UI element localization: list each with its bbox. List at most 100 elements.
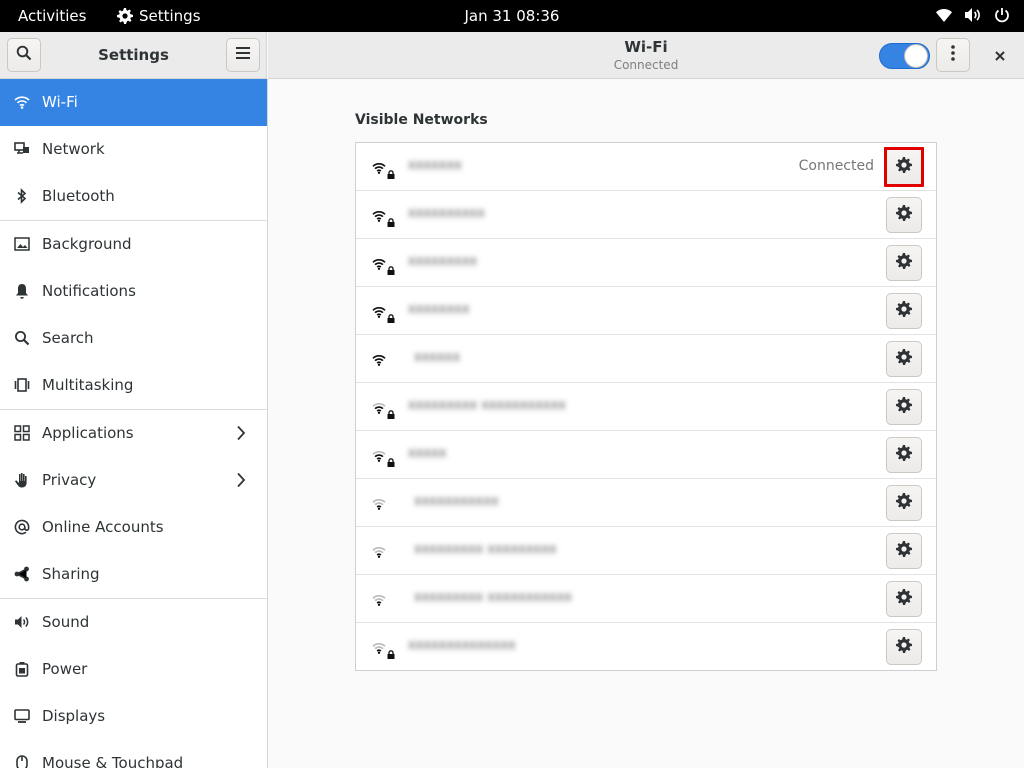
sidebar-item-label: Displays <box>42 707 106 725</box>
network-settings-button[interactable] <box>886 389 922 425</box>
network-row[interactable]: xxxxxxxxx xxxxxxxxxxx <box>356 383 936 431</box>
sidebar-item-privacy[interactable]: Privacy <box>0 457 267 504</box>
sidebar-item-search[interactable]: Search <box>0 315 267 362</box>
network-settings-button[interactable] <box>886 197 922 233</box>
network-row[interactable]: xxxxxxxxx xxxxxxxxxxx <box>356 575 936 623</box>
more-options-button[interactable] <box>936 38 970 72</box>
sidebar-item-label: Privacy <box>42 471 97 489</box>
sidebar-item-label: Power <box>42 660 88 678</box>
lock-icon <box>387 405 395 423</box>
sidebar-header: Settings <box>0 32 267 79</box>
volume-icon[interactable] <box>964 7 982 23</box>
sidebar: Wi-Fi Network Bluetooth Background Notif… <box>0 79 268 768</box>
gear-icon <box>896 589 912 609</box>
network-row[interactable]: xxxxxxxx <box>356 287 936 335</box>
network-settings-button[interactable] <box>886 293 922 329</box>
network-ssid: xxxxxxxx <box>408 302 470 317</box>
gear-icon <box>117 8 133 24</box>
share-icon <box>14 566 30 582</box>
signal-weak-icon <box>372 544 386 562</box>
sidebar-item-label: Background <box>42 235 132 253</box>
app-name: Settings <box>139 7 201 25</box>
network-row[interactable]: xxxxxxxxxxx <box>356 479 936 527</box>
network-ssid: xxxxxxxxx <box>408 254 478 269</box>
wifi-status-icon[interactable] <box>936 8 952 22</box>
network-ssid: xxxxxxxxxxxxxx <box>408 638 516 653</box>
gear-icon <box>896 253 912 273</box>
sidebar-item-applications[interactable]: Applications <box>0 410 267 457</box>
main-menu-button[interactable] <box>226 38 260 72</box>
signal-weak-icon <box>372 640 386 658</box>
clock[interactable]: Jan 31 08:36 <box>465 7 560 25</box>
network-row[interactable]: xxxxx <box>356 431 936 479</box>
gear-icon <box>896 637 912 657</box>
sidebar-item-sound[interactable]: Sound <box>0 599 267 646</box>
network-settings-button[interactable] <box>884 147 924 187</box>
close-button[interactable] <box>990 46 1010 66</box>
lock-icon <box>387 645 395 663</box>
network-row[interactable]: xxxxxxxxxx <box>356 191 936 239</box>
system-tray[interactable] <box>936 7 1010 23</box>
gear-icon <box>896 301 912 321</box>
network-settings-button[interactable] <box>886 629 922 665</box>
search-icon <box>14 330 30 346</box>
wifi-icon <box>14 94 30 110</box>
network-settings-button[interactable] <box>886 533 922 569</box>
network-icon <box>14 141 30 157</box>
sidebar-item-notifications[interactable]: Notifications <box>0 268 267 315</box>
sidebar-item-online-accounts[interactable]: Online Accounts <box>0 504 267 551</box>
app-menu[interactable]: Settings <box>117 7 201 25</box>
sidebar-item-label: Multitasking <box>42 376 134 394</box>
sidebar-item-multitasking[interactable]: Multitasking <box>0 362 267 409</box>
content-header: Wi-Fi Connected <box>268 32 1024 79</box>
at-icon <box>14 519 30 535</box>
sidebar-item-displays[interactable]: Displays <box>0 693 267 740</box>
network-settings-button[interactable] <box>886 437 922 473</box>
visible-networks-list: xxxxxxx Connected xxxxxxxxxx xxxxxxxxx x… <box>355 142 937 671</box>
top-bar: Activities Settings Jan 31 08:36 <box>0 0 1024 32</box>
signal-strong-icon <box>372 256 386 274</box>
signal-weak-icon <box>372 592 386 610</box>
chevron-right-icon <box>236 472 246 492</box>
sidebar-item-bluetooth[interactable]: Bluetooth <box>0 173 267 220</box>
lock-icon <box>387 213 395 231</box>
gear-icon <box>896 541 912 561</box>
gear-icon <box>896 445 912 465</box>
network-settings-button[interactable] <box>886 341 922 377</box>
sidebar-item-background[interactable]: Background <box>0 221 267 268</box>
power-icon[interactable] <box>994 7 1010 23</box>
network-row[interactable]: xxxxxxxxxxxxxx <box>356 623 936 671</box>
sidebar-item-label: Sharing <box>42 565 100 583</box>
network-ssid: xxxxxxx <box>408 158 462 173</box>
network-row[interactable]: xxxxxx <box>356 335 936 383</box>
signal-medium-icon <box>372 400 386 418</box>
applications-icon <box>14 425 30 441</box>
network-ssid: xxxxxxxxxx <box>408 206 485 221</box>
network-ssid: xxxxxxxxx xxxxxxxxxxx <box>408 398 566 413</box>
signal-strong-icon <box>372 208 386 226</box>
sidebar-item-network[interactable]: Network <box>0 126 267 173</box>
network-ssid: xxxxxx <box>414 350 461 365</box>
sidebar-item-label: Notifications <box>42 282 136 300</box>
sidebar-item-wifi[interactable]: Wi-Fi <box>0 79 267 126</box>
gear-icon <box>896 493 912 513</box>
activities-button[interactable]: Activities <box>18 7 86 25</box>
network-row[interactable]: xxxxxxx Connected <box>356 143 936 191</box>
sidebar-item-label: Search <box>42 329 94 347</box>
network-row[interactable]: xxxxxxxxx <box>356 239 936 287</box>
sidebar-item-mouse-touchpad[interactable]: Mouse & Touchpad <box>0 740 267 768</box>
toggle-knob <box>904 44 928 68</box>
wifi-toggle[interactable] <box>879 43 930 69</box>
sidebar-item-power[interactable]: Power <box>0 646 267 693</box>
gear-icon <box>896 397 912 417</box>
network-settings-button[interactable] <box>886 245 922 281</box>
network-settings-button[interactable] <box>886 581 922 617</box>
network-ssid: xxxxxxxxx xxxxxxxxx <box>414 542 557 557</box>
network-settings-button[interactable] <box>886 485 922 521</box>
network-row[interactable]: xxxxxxxxx xxxxxxxxx <box>356 527 936 575</box>
section-title: Visible Networks <box>355 112 488 128</box>
background-icon <box>14 236 30 252</box>
gear-icon <box>896 205 912 225</box>
sidebar-item-sharing[interactable]: Sharing <box>0 551 267 598</box>
lock-icon <box>387 261 395 279</box>
